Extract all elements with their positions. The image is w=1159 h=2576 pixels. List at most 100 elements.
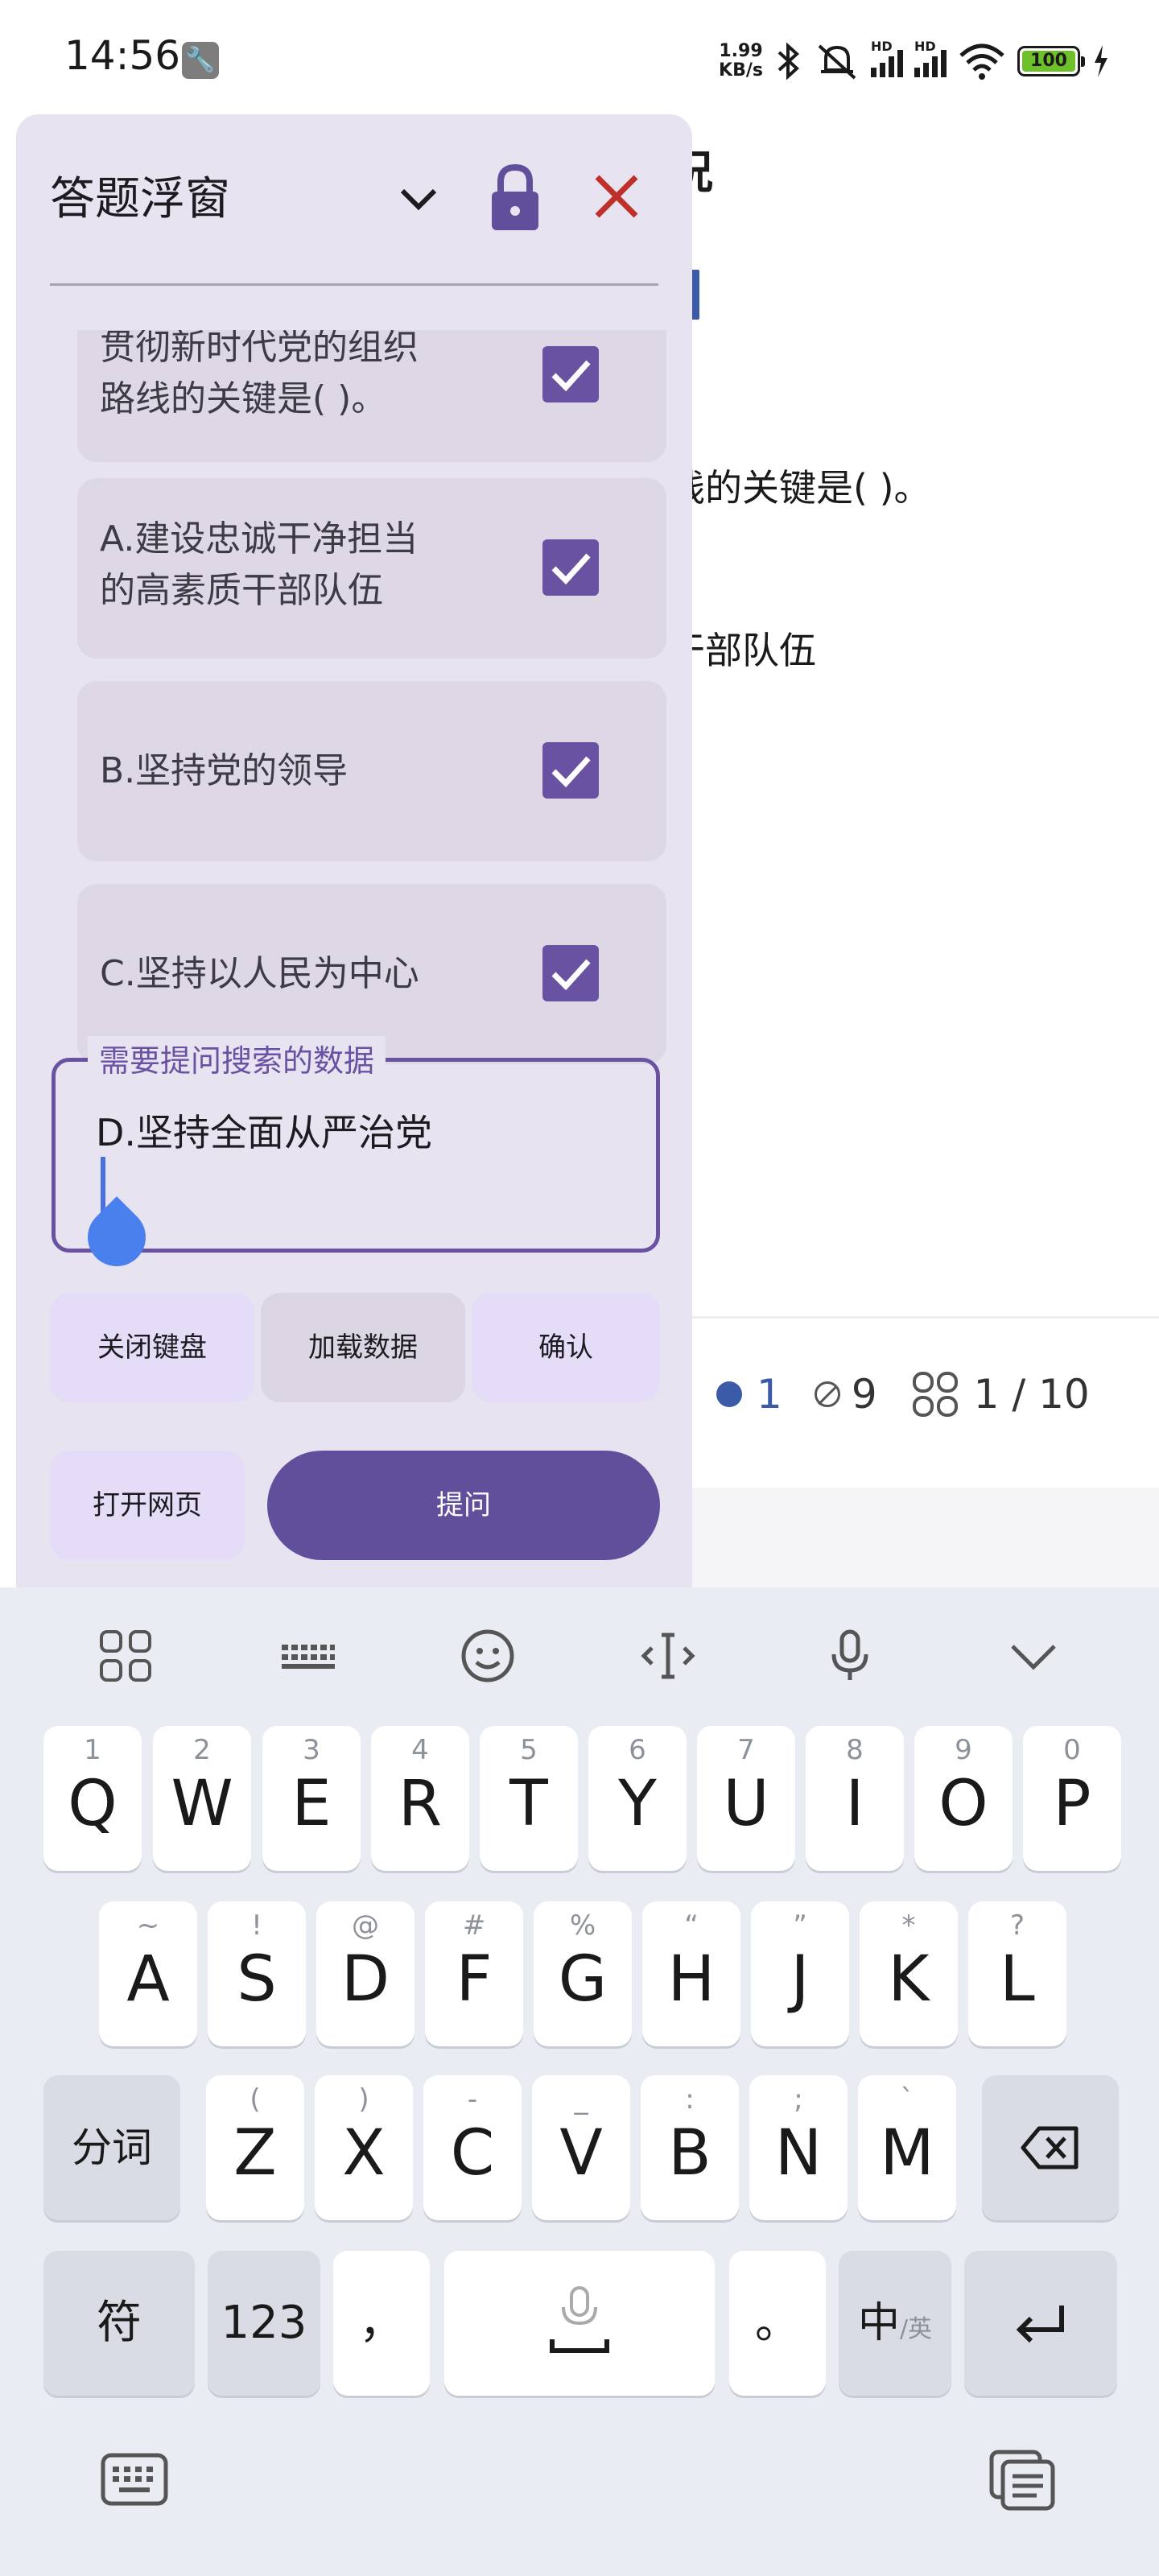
apps-grid-icon[interactable]	[93, 1624, 158, 1688]
key-e[interactable]: 3E	[262, 1726, 361, 1871]
search-data-input[interactable]: 需要提问搜索的数据 D.坚持全面从严治党	[52, 1036, 660, 1278]
option-card-b[interactable]: B.坚持党的领导	[77, 681, 666, 861]
option-text-line1: 贯彻新时代党的组织	[100, 330, 419, 368]
key-v[interactable]: _ V	[532, 2075, 630, 2220]
search-data-label: 需要提问搜索的数据	[88, 1036, 386, 1080]
number-key[interactable]: 123	[208, 2251, 320, 2396]
key-m[interactable]: ` M	[858, 2075, 956, 2220]
option-text-line2: 的高素质干部队伍	[100, 570, 383, 611]
emoji-icon[interactable]	[456, 1624, 520, 1688]
options-list[interactable]: 贯彻新时代党的组织 路线的关键是( )。 A.建设忠诚干净担当 的高素质干部队伍…	[50, 330, 668, 1111]
question-text-fragment: 线的关键是( )。	[668, 466, 931, 510]
signal-icon-2: HD	[914, 39, 947, 77]
key-b[interactable]: :B	[641, 2075, 739, 2220]
checkmark-icon	[551, 959, 591, 991]
skipped-count[interactable]: 9	[814, 1371, 877, 1418]
soft-keyboard[interactable]: 1Q 2W 3E 4R 5T 6Y 7U 8I 9O 0P ~ A ! S @ D #…	[0, 1587, 1159, 2576]
checkmark-icon	[551, 553, 591, 585]
option-text-line1: A.建设忠诚干净担当	[100, 518, 419, 559]
key-z[interactable]: (Z	[206, 2075, 304, 2220]
ask-button[interactable]: 提问	[267, 1451, 660, 1560]
panel-divider	[50, 283, 658, 286]
key-j[interactable]: ” J	[751, 1901, 849, 2046]
hide-keyboard-icon[interactable]	[1001, 1624, 1066, 1688]
period-key[interactable]: 。	[729, 2251, 826, 2396]
load-data-button[interactable]: 加载数据	[261, 1293, 465, 1402]
option-checkbox[interactable]	[542, 539, 599, 596]
key-n[interactable]: ; N	[749, 2075, 848, 2220]
key-l[interactable]: ? L	[968, 1901, 1066, 2046]
option-card-question[interactable]: 贯彻新时代党的组织 路线的关键是( )。	[77, 330, 666, 462]
key-r[interactable]: 4R	[371, 1726, 469, 1871]
option-checkbox[interactable]	[542, 945, 599, 1001]
question-progress[interactable]: 1 / 10	[909, 1368, 1090, 1420]
chevron-down-icon[interactable]	[394, 175, 443, 223]
text-cursor-icon[interactable]	[636, 1624, 700, 1688]
key-w[interactable]: 2W	[153, 1726, 251, 1871]
microphone-icon[interactable]	[818, 1624, 882, 1688]
symbol-key[interactable]: 符	[43, 2251, 195, 2396]
search-data-value[interactable]: D.坚持全面从严治党	[96, 1104, 432, 1157]
space-key[interactable]	[444, 2251, 715, 2396]
option-checkbox[interactable]	[542, 742, 599, 799]
key-h[interactable]: “H	[642, 1901, 740, 2046]
status-icons: 1.99 KB/s HD HD 100	[719, 39, 1111, 84]
status-bar: 14:56 🔧 1.99 KB/s HD HD 100	[0, 0, 1159, 121]
network-speed-unit: KB/s	[719, 60, 763, 80]
skipped-count-value: 9	[851, 1371, 877, 1418]
close-icon[interactable]	[584, 164, 649, 229]
option-checkbox[interactable]	[542, 346, 599, 402]
skip-icon	[814, 1381, 840, 1407]
key-u[interactable]: 7U	[697, 1726, 795, 1871]
checkmark-icon	[551, 756, 591, 788]
charging-icon	[1095, 45, 1107, 77]
key-g[interactable]: % G	[534, 1901, 632, 2046]
panel-title: 答题浮窗	[50, 173, 230, 225]
signal-icon-1: HD	[871, 39, 903, 77]
key-d[interactable]: @ D	[316, 1901, 415, 2046]
key-o[interactable]: 9O	[914, 1726, 1013, 1871]
backspace-key[interactable]	[982, 2075, 1119, 2220]
keyboard-layout-icon[interactable]	[275, 1624, 340, 1688]
wifi-icon	[959, 43, 1004, 80]
segment-key[interactable]: 分词	[43, 2075, 180, 2220]
option-text-line1: B.坚持党的领导	[100, 750, 349, 791]
key-q[interactable]: 1Q	[43, 1726, 142, 1871]
key-c[interactable]: -C	[423, 2075, 522, 2220]
key-t[interactable]: 5T	[480, 1726, 578, 1871]
microphone-icon	[550, 2286, 609, 2353]
answered-count[interactable]: 1	[716, 1371, 782, 1418]
divider	[668, 1316, 1159, 1319]
option-text-line2: 路线的关键是( )。	[100, 378, 387, 419]
grid-icon	[912, 1372, 958, 1417]
answer-stats: 1 9 1 / 10	[716, 1368, 1090, 1420]
status-time: 14:56	[64, 32, 181, 79]
option-card-a[interactable]: A.建设忠诚干净担当 的高素质干部队伍	[77, 478, 666, 658]
close-keyboard-button[interactable]: 关闭键盘	[50, 1293, 254, 1402]
key-y[interactable]: 6Y	[588, 1726, 687, 1871]
key-s[interactable]: ! S	[208, 1901, 306, 2046]
battery-icon: 100	[1017, 46, 1085, 76]
key-k[interactable]: * K	[860, 1901, 958, 2046]
answered-count-value: 1	[757, 1371, 782, 1418]
wrench-icon: 🔧	[182, 42, 219, 79]
enter-icon	[1016, 2306, 1064, 2343]
enter-key[interactable]	[964, 2251, 1117, 2396]
answered-dot-icon	[716, 1381, 742, 1407]
answer-float-window[interactable]: 答题浮窗 贯彻新时代党的组织 路线的关键是( )。 A.建设忠诚干净担当 的高素…	[16, 114, 692, 1587]
key-x[interactable]: ) X	[315, 2075, 413, 2220]
confirm-button[interactable]: 确认	[472, 1293, 660, 1402]
open-webpage-button[interactable]: 打开网页	[50, 1451, 245, 1560]
keyboard-icon[interactable]	[98, 2447, 171, 2512]
comma-key[interactable]: ，	[333, 2251, 430, 2396]
key-f[interactable]: # F	[425, 1901, 523, 2046]
checkmark-icon	[551, 360, 591, 392]
key-p[interactable]: 0P	[1023, 1726, 1121, 1871]
cursor-handle[interactable]	[76, 1196, 158, 1278]
option-text-line1: C.坚持以人民为中心	[100, 953, 419, 994]
lock-icon[interactable]	[487, 161, 543, 233]
language-switch-key[interactable]: 中/英	[839, 2251, 951, 2396]
clipboard-icon[interactable]	[987, 2447, 1059, 2512]
key-a[interactable]: ~ A	[99, 1901, 197, 2046]
key-i[interactable]: 8I	[806, 1726, 904, 1871]
